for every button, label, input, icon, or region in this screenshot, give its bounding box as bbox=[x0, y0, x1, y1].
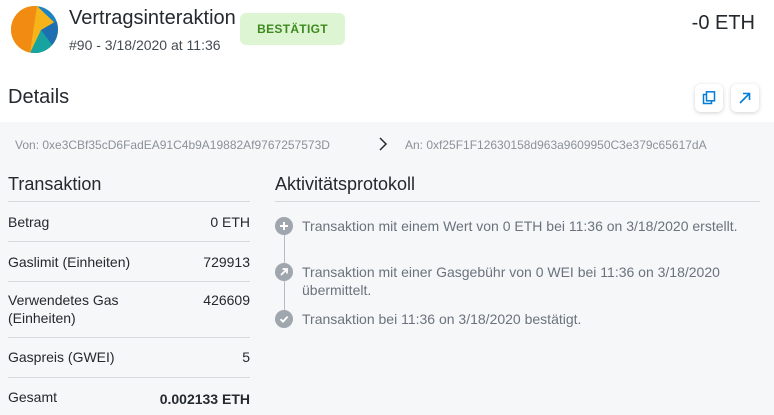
chevron-right-icon bbox=[379, 137, 388, 151]
row-value: 5 bbox=[242, 349, 250, 365]
row-value: 0.002133 ETH bbox=[159, 391, 250, 407]
transaction-amount: -0 ETH bbox=[691, 12, 755, 34]
activity-text: Transaktion mit einer Gasgebühr von 0 WE… bbox=[302, 264, 720, 298]
plus-icon bbox=[275, 217, 293, 235]
address-row: Von: 0xe3CBf35cD6FadEA91C4b9A19882Af9767… bbox=[0, 122, 774, 170]
transaction-header: Vertragsinteraktion #90 - 3/18/2020 at 1… bbox=[0, 0, 774, 70]
divider bbox=[8, 281, 250, 282]
arrow-up-right-icon bbox=[275, 263, 293, 281]
status-badge: BESTÄTIGT bbox=[240, 13, 345, 45]
row-label: Gesamt bbox=[8, 389, 58, 405]
row-label: Verwendetes Gas (Einheiten) bbox=[8, 292, 119, 326]
details-title: Details bbox=[8, 86, 70, 108]
transaction-title: Vertragsinteraktion bbox=[69, 7, 236, 29]
copy-icon bbox=[702, 91, 716, 105]
divider bbox=[8, 337, 250, 338]
divider bbox=[275, 201, 760, 202]
copy-button[interactable] bbox=[695, 84, 723, 112]
divider bbox=[8, 201, 250, 202]
row-label: Gaslimit (Einheiten) bbox=[8, 254, 131, 270]
row-value: 426609 bbox=[203, 292, 250, 308]
divider bbox=[8, 377, 250, 378]
row-value: 729913 bbox=[203, 254, 250, 270]
to-address[interactable]: An: 0xf25F1F12630158d963a9609950C3e379c6… bbox=[405, 138, 707, 152]
activity-text: Transaktion bei 11:36 on 3/18/2020 bestä… bbox=[302, 311, 582, 327]
row-value: 0 ETH bbox=[210, 214, 250, 230]
from-address[interactable]: Von: 0xe3CBf35cD6FadEA91C4b9A19882Af9767… bbox=[15, 138, 360, 152]
check-icon bbox=[275, 310, 293, 328]
divider bbox=[8, 241, 250, 242]
activity-heading: Aktivitätsprotokoll bbox=[275, 174, 416, 194]
row-label: Gaspreis (GWEI) bbox=[8, 349, 115, 365]
external-link-icon bbox=[739, 92, 751, 104]
contract-avatar bbox=[11, 6, 58, 53]
transaction-subtitle: #90 - 3/18/2020 at 11:36 bbox=[69, 37, 221, 53]
open-external-button[interactable] bbox=[731, 84, 759, 112]
transaction-heading: Transaktion bbox=[8, 174, 102, 194]
activity-text: Transaktion mit einem Wert von 0 ETH bei… bbox=[302, 218, 738, 234]
row-label: Betrag bbox=[8, 214, 50, 230]
